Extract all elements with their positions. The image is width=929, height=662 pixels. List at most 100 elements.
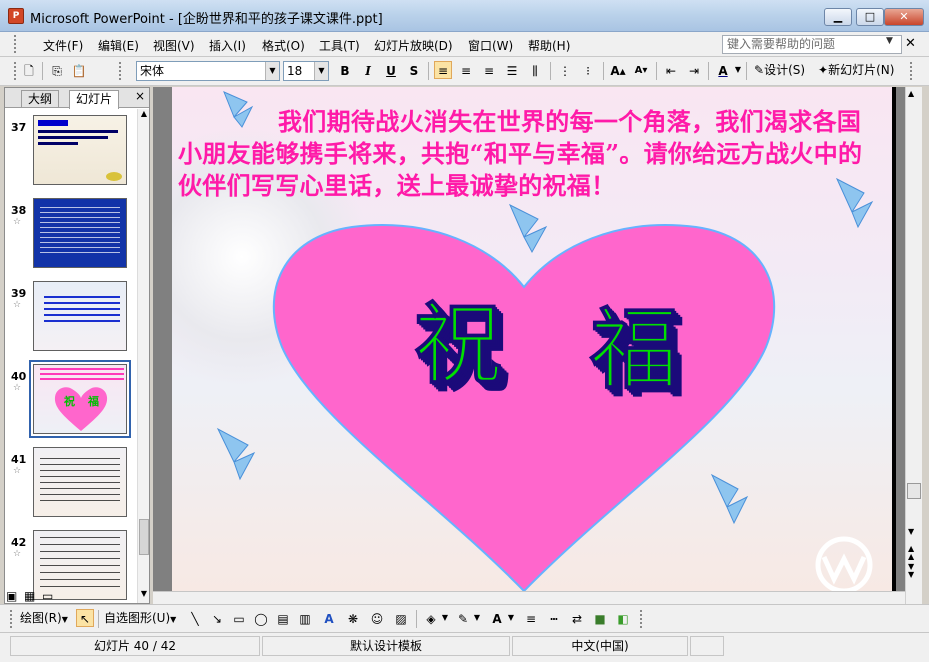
shadow-style-icon[interactable]: ■ xyxy=(591,609,609,627)
scroll-down-icon[interactable]: ▼ xyxy=(139,589,149,601)
fill-dropdown-icon[interactable]: ▼ xyxy=(441,609,449,629)
text-direction-icon[interactable]: ⫼ xyxy=(526,61,544,79)
slide-thumbnail-38[interactable] xyxy=(33,198,127,268)
clipart-icon[interactable]: ☺ xyxy=(368,609,386,627)
menu-edit[interactable]: 编辑(E) xyxy=(95,36,142,55)
font-name-select[interactable]: 宋体 ▼ xyxy=(136,61,280,81)
new-slide-button[interactable]: ✦新幻灯片(N) xyxy=(818,61,908,81)
line-style-icon[interactable]: ≡ xyxy=(522,609,540,627)
next-slide-icon[interactable]: ▼ ▼ xyxy=(908,563,914,579)
paste-icon[interactable]: 📋 xyxy=(70,61,88,79)
sorter-view-icon[interactable]: ▦ xyxy=(24,589,35,603)
bullets-icon[interactable]: ⁝ xyxy=(579,61,597,79)
thumb-char-1: 祝 xyxy=(64,395,75,408)
font-color-icon[interactable]: A xyxy=(714,61,732,79)
increase-font-icon[interactable]: A▴ xyxy=(609,61,627,79)
menu-slideshow[interactable]: 幻灯片放映(D) xyxy=(371,36,456,55)
arrow-style-icon[interactable]: ⇄ xyxy=(568,609,586,627)
menu-format[interactable]: 格式(O) xyxy=(259,36,308,55)
tab-outline[interactable]: 大纲 xyxy=(21,90,60,107)
scroll-up-icon[interactable]: ▲ xyxy=(908,89,914,98)
menu-help[interactable]: 帮助(H) xyxy=(525,36,573,55)
copy-icon[interactable]: ⎘ xyxy=(48,61,66,79)
slide-thumbnail-39[interactable] xyxy=(33,281,127,351)
panel-scrollbar[interactable]: ▲ ▼ xyxy=(137,109,149,603)
toolbar-grip[interactable] xyxy=(14,62,18,80)
select-pointer-icon[interactable]: ↖ xyxy=(76,609,94,627)
dash-style-icon[interactable]: ┅ xyxy=(545,609,563,627)
scroll-up-icon[interactable]: ▲ xyxy=(139,109,149,121)
thumb-number: 42 xyxy=(11,536,27,549)
rectangle-icon[interactable]: ▭ xyxy=(230,609,248,627)
italic-button[interactable]: I xyxy=(359,61,377,79)
align-center-icon[interactable]: ≡ xyxy=(457,61,475,79)
underline-button[interactable]: U xyxy=(382,61,400,79)
arrow-icon[interactable]: ↘ xyxy=(208,609,226,627)
textbox-icon[interactable]: ▤ xyxy=(274,609,292,627)
scroll-down-icon[interactable]: ▼ xyxy=(908,527,914,536)
horizontal-scrollbar[interactable] xyxy=(153,591,905,604)
line-icon[interactable]: ╲ xyxy=(186,609,204,627)
help-dropdown-icon[interactable]: ▼ xyxy=(886,36,893,46)
oval-icon[interactable]: ◯ xyxy=(252,609,270,627)
maximize-button[interactable]: □ xyxy=(856,8,884,26)
scroll-thumb[interactable] xyxy=(139,519,149,555)
numbering-icon[interactable]: ⋮ xyxy=(556,61,574,79)
menu-window[interactable]: 窗口(W) xyxy=(465,36,516,55)
chevron-down-icon[interactable]: ▼ xyxy=(265,62,279,80)
close-icon[interactable]: × xyxy=(135,89,145,103)
menu-tools[interactable]: 工具(T) xyxy=(316,36,363,55)
close-window-button[interactable]: ✕ xyxy=(884,8,924,26)
decrease-font-icon[interactable]: A▾ xyxy=(632,61,650,79)
menu-file[interactable]: 文件(F) xyxy=(40,36,86,55)
shadow-button[interactable]: S xyxy=(405,61,423,79)
powerpoint-app-icon[interactable]: P xyxy=(8,8,24,24)
menu-view[interactable]: 视图(V) xyxy=(150,36,198,55)
font-color-icon[interactable]: A xyxy=(488,609,506,627)
align-right-icon[interactable]: ≡ xyxy=(480,61,498,79)
chevron-down-icon[interactable]: ▼ xyxy=(314,62,328,80)
bold-button[interactable]: B xyxy=(336,61,354,79)
increase-indent-icon[interactable]: ⇥ xyxy=(685,61,703,79)
scroll-thumb[interactable] xyxy=(907,483,921,499)
slide-thumbnail-41[interactable] xyxy=(33,447,127,517)
line-color-icon[interactable]: ✎ xyxy=(454,609,472,627)
slide-thumbnail-40[interactable]: 祝 福 xyxy=(33,364,127,434)
minimize-button[interactable]: ▁ xyxy=(824,8,852,26)
line-color-dropdown-icon[interactable]: ▼ xyxy=(473,609,481,629)
slide-char-fu[interactable]: 福 xyxy=(589,305,678,394)
diagram-icon[interactable]: ❋ xyxy=(344,609,362,627)
drawbar-grip[interactable] xyxy=(10,610,14,628)
drawbar-options-grip[interactable] xyxy=(640,610,644,628)
slide-char-zhu[interactable]: 祝 xyxy=(413,300,502,389)
slideshow-view-icon[interactable]: ▭ xyxy=(42,589,53,603)
tab-slides[interactable]: 幻灯片 xyxy=(69,90,120,109)
normal-view-icon[interactable]: ▣ xyxy=(6,589,17,603)
draw-menu-button[interactable]: 绘图(R)▼ xyxy=(20,609,72,629)
decrease-indent-icon[interactable]: ⇤ xyxy=(662,61,680,79)
slide-scrollbar[interactable]: ▲ ▼ ▲ ▲ ▼ ▼ xyxy=(905,87,922,604)
slide-thumbnail-37[interactable] xyxy=(33,115,127,185)
fill-color-icon[interactable]: ◈ xyxy=(422,609,440,627)
picture-icon[interactable]: ▨ xyxy=(392,609,410,627)
slide-body-text[interactable]: 我们期待战火消失在世界的每一个角落，我们渴求各国小朋友能够携手将来，共抱“和平与… xyxy=(178,106,884,202)
new-document-icon[interactable]: 🗋 xyxy=(20,61,38,79)
distribute-icon[interactable]: ☰ xyxy=(503,61,521,79)
previous-slide-icon[interactable]: ▲ ▲ xyxy=(908,545,914,561)
transition-star-icon: ☆ xyxy=(13,466,22,476)
menu-insert[interactable]: 插入(I) xyxy=(206,36,249,55)
toolbar-options-grip[interactable] xyxy=(910,62,914,80)
autoshapes-button[interactable]: 自选图形(U)▼ xyxy=(104,609,184,629)
wordart-icon[interactable]: A xyxy=(320,609,338,627)
font-size-select[interactable]: 18 ▼ xyxy=(283,61,329,81)
design-button[interactable]: ✎设计(S) xyxy=(754,61,814,81)
3d-style-icon[interactable]: ◧ xyxy=(614,609,632,627)
help-search-input[interactable]: 键入需要帮助的问题 xyxy=(722,35,902,54)
align-left-icon[interactable]: ≡ xyxy=(434,61,452,79)
toolbar-grip[interactable] xyxy=(119,62,123,80)
font-color-dropdown-icon[interactable]: ▼ xyxy=(507,609,515,629)
font-color-dropdown-icon[interactable]: ▼ xyxy=(734,61,742,81)
vertical-textbox-icon[interactable]: ▥ xyxy=(296,609,314,627)
menu-grip[interactable] xyxy=(14,35,18,53)
document-close-icon[interactable]: ✕ xyxy=(905,36,916,51)
